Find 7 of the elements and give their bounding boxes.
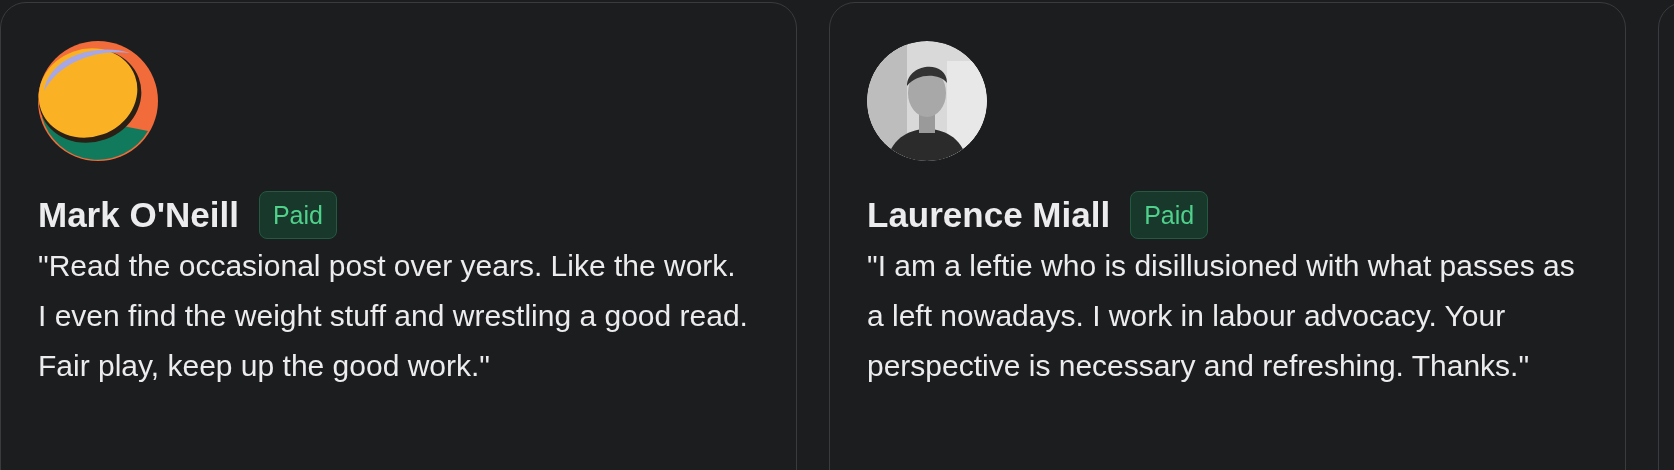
status-badge: Paid xyxy=(1130,191,1209,239)
testimonial-quote: "Read the occasional post over years. Like the work. I even find the weight stuff and wrestling a good read. Fair play, keep up the good work." xyxy=(38,248,748,384)
author-name: Mark O'Neill xyxy=(38,194,239,236)
status-badge: Paid xyxy=(258,191,337,239)
author-name: Laurence Miall xyxy=(867,194,1111,236)
testimonial-quote: "I am a leftie who is disillusioned with what passes as a left nowadays. I work in labour advocacy. Your perspective is necessary and refreshing. Thanks." xyxy=(867,248,1576,384)
logo-icon xyxy=(38,41,158,161)
